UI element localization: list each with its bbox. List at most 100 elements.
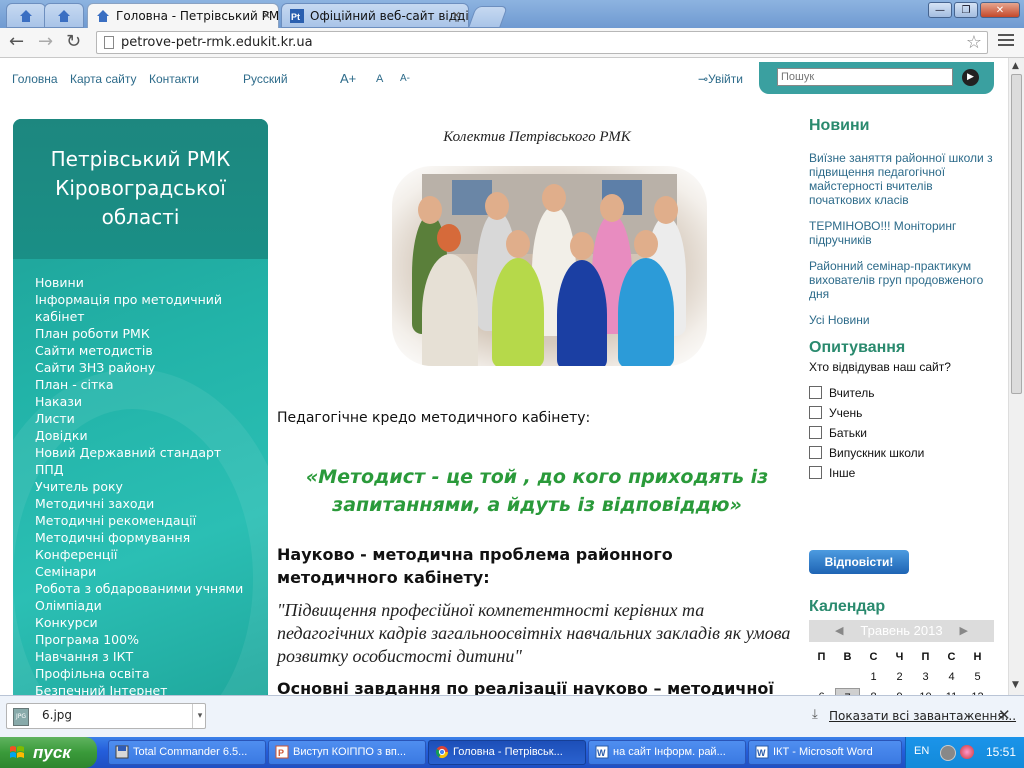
sidebar-item-events[interactable]: Методичні заходи [35, 495, 261, 512]
tab-close-icon[interactable]: ✕ [452, 4, 461, 27]
sidebar-item-ict[interactable]: Навчання з ІКТ [35, 648, 261, 665]
sidebar-item-formations[interactable]: Методичні формування [35, 529, 261, 546]
minimize-button[interactable]: — [928, 2, 952, 18]
sidebar-item-plan-grid[interactable]: План - сітка [35, 376, 261, 393]
calendar-day[interactable]: 3 [913, 668, 938, 686]
scroll-down-icon[interactable]: ▼ [1012, 680, 1019, 690]
sidebar-item-new-standard[interactable]: Новий Державний стандарт [35, 444, 261, 461]
poll-option[interactable]: Учень [809, 406, 862, 420]
nav-contacts-link[interactable]: Контакти [149, 72, 199, 86]
vertical-scrollbar[interactable]: ▲ ▼ [1008, 58, 1024, 695]
download-item[interactable]: JPG 6.jpg ▾ [6, 703, 206, 729]
sidebar-item-recommendations[interactable]: Методичні рекомендації [35, 512, 261, 529]
taskbar-item-total-commander[interactable]: Total Commander 6.5... [108, 740, 266, 765]
sidebar-item-profile-education[interactable]: Профільна освіта [35, 665, 261, 682]
reload-icon[interactable]: ↻ [66, 32, 81, 52]
sidebar-item-reports[interactable]: Довідки [35, 427, 261, 444]
calendar-day[interactable]: 11 [939, 688, 964, 695]
taskbar-item-word-2[interactable]: W ІКТ - Microsoft Word [748, 740, 902, 765]
calendar-day[interactable]: 8 [861, 688, 886, 695]
calendar-day[interactable]: 4 [939, 668, 964, 686]
poll-option[interactable]: Інше [809, 466, 855, 480]
address-bar[interactable]: petrove-petr-rmk.edukit.kr.ua ☆ [96, 31, 988, 54]
sidebar-item-workplan[interactable]: План роботи РМК [35, 325, 261, 342]
person-shape [618, 258, 674, 366]
sidebar-item-olympiads[interactable]: Олімпіади [35, 597, 261, 614]
sidebar-item-ppd[interactable]: ППД [35, 461, 261, 478]
sidebar-item-program-100[interactable]: Програма 100% [35, 631, 261, 648]
scrollbar-thumb[interactable] [1011, 74, 1022, 394]
poll-option[interactable]: Вчитель [809, 386, 874, 400]
poll-submit-button[interactable]: Відповісти! [809, 550, 909, 574]
pinned-tab-home[interactable] [6, 3, 46, 28]
taskbar-item-word-1[interactable]: W на сайт Інформ. рай... [588, 740, 746, 765]
taskbar-item-powerpoint[interactable]: P Виступ КОІППО з вп... [268, 740, 426, 765]
font-increase-link[interactable]: A+ [340, 71, 356, 86]
sidebar-item-methodist-sites[interactable]: Сайти методистів [35, 342, 261, 359]
sidebar-item-about[interactable]: Інформація про методичний кабінет [35, 291, 261, 325]
close-window-button[interactable]: ✕ [980, 2, 1020, 18]
tray-app-icon[interactable] [960, 745, 974, 759]
calendar-day[interactable]: 1 [861, 668, 886, 686]
nav-sitemap-link[interactable]: Карта сайту [70, 72, 136, 86]
poll-option[interactable]: Випускник школи [809, 446, 924, 460]
news-item[interactable]: ТЕРМІНОВО!!! Моніторинг підручників [809, 219, 997, 247]
checkbox-icon[interactable] [809, 406, 822, 419]
calendar-day[interactable]: 9 [887, 688, 912, 695]
checkbox-icon[interactable] [809, 386, 822, 399]
close-icon[interactable]: ✕ [998, 706, 1011, 724]
back-circle-icon[interactable] [940, 745, 956, 761]
scroll-up-icon[interactable]: ▲ [1012, 61, 1019, 71]
tab-official-site[interactable]: Pt Офіційний веб-сайт відділу ✕ [281, 3, 469, 28]
sidebar-item-contests[interactable]: Конкурси [35, 614, 261, 631]
sidebar-item-teacher-of-year[interactable]: Учитель року [35, 478, 261, 495]
sidebar-item-letters[interactable]: Листи [35, 410, 261, 427]
search-input[interactable] [777, 68, 953, 86]
calendar-weekday: П [921, 651, 930, 663]
checkbox-icon[interactable] [809, 426, 822, 439]
checkbox-icon[interactable] [809, 466, 822, 479]
language-indicator[interactable]: EN [914, 745, 929, 757]
maximize-button[interactable]: ❐ [954, 2, 978, 18]
tab-close-icon[interactable]: ✕ [262, 4, 271, 28]
language-link[interactable]: Русский [243, 72, 288, 86]
nav-home-link[interactable]: Головна [12, 72, 58, 86]
calendar-day[interactable]: 5 [965, 668, 990, 686]
sidebar-item-safe-internet[interactable]: Безпечний Інтернет [35, 682, 261, 695]
start-button[interactable]: пуск [0, 737, 97, 768]
font-decrease-link[interactable]: A- [400, 73, 410, 84]
poll-option[interactable]: Батьки [809, 426, 867, 440]
checkbox-icon[interactable] [809, 446, 822, 459]
sidebar-item-school-sites[interactable]: Сайти ЗНЗ району [35, 359, 261, 376]
forward-arrow-icon[interactable]: → [38, 32, 53, 52]
calendar-prev-icon[interactable]: ◀ [835, 620, 843, 642]
sidebar-item-orders[interactable]: Накази [35, 393, 261, 410]
sidebar-item-gifted[interactable]: Робота з обдарованими учнями [35, 580, 261, 597]
chevron-down-icon[interactable]: ▾ [192, 704, 207, 728]
sidebar-item-conferences[interactable]: Конференції [35, 546, 261, 563]
sidebar-item-seminars[interactable]: Семінари [35, 563, 261, 580]
calendar-day-today[interactable]: 7 [835, 688, 860, 695]
show-all-downloads-link[interactable]: Показати всі завантаження... [829, 709, 1016, 723]
bookmark-star-icon[interactable]: ☆ [966, 32, 982, 54]
calendar-day[interactable]: 10 [913, 688, 938, 695]
font-normal-link[interactable]: A [376, 73, 383, 85]
calendar-day[interactable]: 6 [809, 688, 834, 695]
sidebar-item-news[interactable]: Новини [35, 274, 261, 291]
calendar-day[interactable]: 2 [887, 668, 912, 686]
pinned-tab-home-2[interactable] [44, 3, 84, 28]
back-arrow-icon[interactable]: ← [9, 32, 24, 52]
chrome-menu-icon[interactable] [998, 34, 1014, 49]
taskbar-item-chrome[interactable]: Головна - Петрівськ... [428, 740, 586, 765]
search-go-icon[interactable]: ▶ [962, 69, 979, 86]
all-news-link[interactable]: Усі Новини [809, 313, 870, 327]
url-text[interactable]: petrove-petr-rmk.edukit.kr.ua [121, 34, 313, 52]
news-item[interactable]: Районний семінар-практикум вихователів г… [809, 259, 997, 301]
calendar-grid: П В С Ч П С Н 1 2 3 4 5 6 7 8 9 10 11 [809, 648, 994, 695]
new-tab-button[interactable] [467, 6, 509, 28]
tab-active-rmk[interactable]: Головна - Петрівський РМК ✕ [87, 3, 279, 28]
calendar-next-icon[interactable]: ▶ [960, 620, 968, 642]
calendar-day[interactable]: 12 [965, 688, 990, 695]
news-item[interactable]: Виїзне заняття районної школи з підвищен… [809, 151, 997, 207]
login-link[interactable]: ⊸Увійти [698, 72, 743, 86]
